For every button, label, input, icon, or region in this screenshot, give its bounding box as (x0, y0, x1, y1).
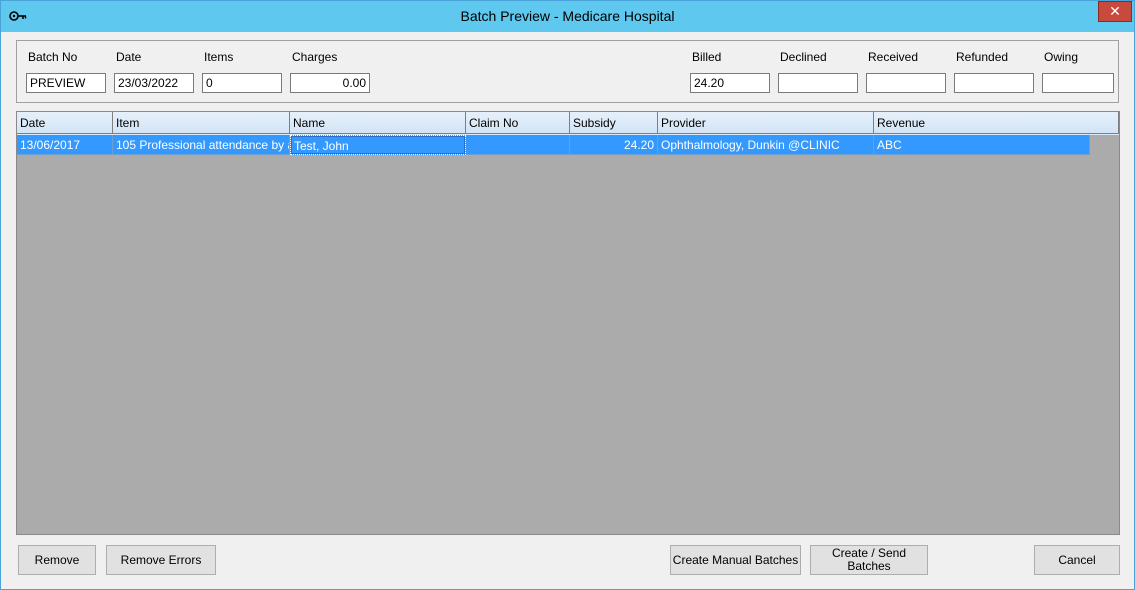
close-button[interactable]: ✕ (1098, 1, 1132, 22)
create-manual-batches-button[interactable]: Create Manual Batches (670, 545, 801, 575)
cell-name[interactable]: Test, John (290, 135, 466, 155)
window-title: Batch Preview - Medicare Hospital (460, 8, 675, 24)
batch-preview-window: Batch Preview - Medicare Hospital ✕ Batc… (0, 0, 1135, 590)
grid-header: Date Item Name Claim No Subsidy Provider… (17, 112, 1119, 135)
cell-revenue[interactable]: ABC (874, 135, 1090, 155)
cell-item[interactable]: 105 Professional attendance by a sp (113, 135, 290, 155)
refunded-label: Refunded (956, 50, 1009, 64)
received-field[interactable] (866, 73, 946, 93)
batch-no-label: Batch No (28, 50, 78, 64)
column-header-provider[interactable]: Provider (658, 112, 874, 134)
column-header-subsidy[interactable]: Subsidy (570, 112, 658, 134)
date-label: Date (116, 50, 142, 64)
create-send-label-line2: Batches (847, 559, 891, 573)
cell-date[interactable]: 13/06/2017 (17, 135, 113, 155)
charges-label: Charges (292, 50, 338, 64)
declined-label: Declined (780, 50, 827, 64)
window-client-area: Batch No PREVIEW Date 23/03/2022 Items 0… (7, 32, 1128, 584)
remove-button[interactable]: Remove (18, 545, 96, 575)
charges-field[interactable]: 0.00 (290, 73, 370, 93)
column-header-name[interactable]: Name (290, 112, 466, 134)
owing-label: Owing (1044, 50, 1079, 64)
create-send-label-line1: Create / Send (831, 546, 907, 560)
remove-errors-button[interactable]: Remove Errors (106, 545, 216, 575)
owing-field[interactable] (1042, 73, 1114, 93)
column-header-revenue[interactable]: Revenue (874, 112, 1119, 134)
received-label: Received (868, 50, 919, 64)
batch-items-grid[interactable]: Date Item Name Claim No Subsidy Provider… (16, 111, 1120, 535)
cell-subsidy[interactable]: 24.20 (570, 135, 658, 155)
table-row[interactable]: 13/06/2017 105 Professional attendance b… (17, 135, 1090, 156)
cell-provider[interactable]: Ophthalmology, Dunkin @CLINIC (658, 135, 874, 155)
batch-no-field[interactable]: PREVIEW (26, 73, 106, 93)
cancel-button[interactable]: Cancel (1034, 545, 1120, 575)
cell-claim-no[interactable] (466, 135, 570, 155)
batch-summary-panel: Batch No PREVIEW Date 23/03/2022 Items 0… (16, 40, 1119, 103)
column-header-item[interactable]: Item (113, 112, 290, 134)
items-field[interactable]: 0 (202, 73, 282, 93)
billed-label: Billed (692, 50, 722, 64)
title-bar[interactable]: Batch Preview - Medicare Hospital ✕ (1, 1, 1134, 32)
refunded-field[interactable] (954, 73, 1034, 93)
create-send-batches-button[interactable]: Create / Send Batches (810, 545, 928, 575)
close-icon: ✕ (1109, 3, 1121, 19)
declined-field[interactable] (778, 73, 858, 93)
items-label: Items (204, 50, 234, 64)
column-header-claim-no[interactable]: Claim No (466, 112, 570, 134)
column-header-date[interactable]: Date (17, 112, 113, 134)
date-field[interactable]: 23/03/2022 (114, 73, 194, 93)
billed-field[interactable]: 24.20 (690, 73, 770, 93)
